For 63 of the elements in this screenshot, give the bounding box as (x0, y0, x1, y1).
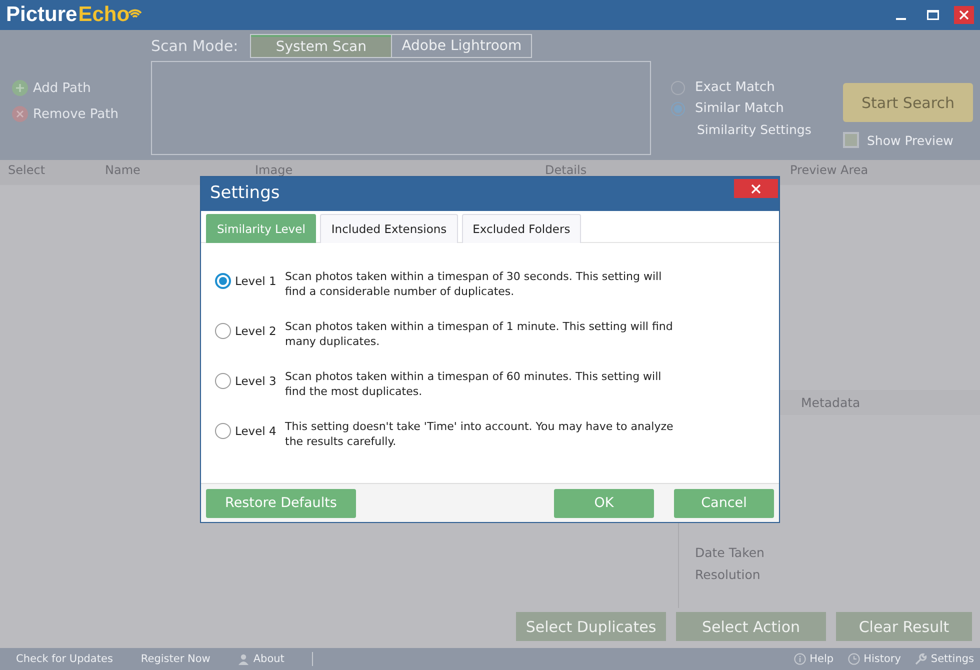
ok-button[interactable]: OK (554, 488, 654, 518)
column-header: Image (255, 163, 293, 177)
scan-mode-tab[interactable]: System Scan (251, 34, 392, 56)
add-path-button[interactable]: Add Path (12, 80, 151, 96)
status-link[interactable]: About (238, 653, 284, 665)
status-link[interactable]: Help (794, 653, 834, 665)
settings-tab[interactable]: Similarity Level (206, 214, 316, 243)
result-action-button[interactable]: Select Duplicates (516, 612, 666, 641)
radio-button[interactable] (215, 273, 231, 289)
close-button[interactable] (954, 6, 974, 24)
radio-button[interactable] (671, 80, 685, 94)
wrench-icon (914, 653, 927, 665)
level-description: Scan photos taken within a timespan of 1 minute. This setting will find many duplicates. (285, 319, 674, 349)
column-header: Name (105, 163, 140, 177)
column-header: Preview Area (790, 163, 868, 177)
dialog-title: Settings (209, 182, 280, 203)
app-logo: PictureEcho (6, 3, 143, 27)
status-link[interactable]: History (848, 653, 901, 665)
scan-mode-label: Scan Mode: (151, 36, 238, 54)
scan-mode-tab[interactable]: Adobe Lightroom (391, 34, 532, 56)
status-link[interactable]: Settings (914, 653, 974, 665)
result-action-button[interactable]: Select Action (676, 612, 826, 641)
settings-tab[interactable]: Included Extensions (320, 214, 458, 243)
remove-path-button[interactable]: Remove Path (12, 106, 151, 122)
info-icon (794, 653, 806, 665)
radio-button[interactable] (671, 102, 685, 116)
clock-icon (848, 653, 860, 665)
start-search-button[interactable]: Start Search (843, 83, 973, 122)
show-preview-option[interactable]: Show Preview (843, 132, 973, 148)
result-action-button[interactable]: Clear Result (836, 612, 972, 641)
radio-button[interactable] (215, 323, 231, 339)
level-description: This setting doesn't take 'Time' into account. You may have to analyze the results carefully. (285, 419, 674, 449)
close-icon (959, 10, 969, 20)
similarity-settings-link[interactable]: Similarity Settings (697, 122, 821, 137)
settings-tab[interactable]: Excluded Folders (462, 214, 582, 243)
metadata-header: Metadata (801, 395, 860, 410)
level-description: Scan photos taken within a timespan of 30 seconds. This setting will find a considerable number of duplicates. (285, 269, 663, 299)
level-description: Scan photos taken within a timespan of 60 minutes. This setting will find the most duplicates. (285, 369, 662, 399)
plus-icon (12, 80, 28, 96)
minimize-icon (896, 18, 906, 20)
radio-button[interactable] (215, 373, 231, 389)
remove-icon (12, 106, 28, 122)
column-header: Select (8, 163, 46, 177)
column-header: Details (545, 163, 587, 177)
match-option[interactable]: Similar Match (671, 101, 821, 116)
level-option[interactable]: Level 3 (215, 373, 285, 389)
metadata-label: Date Taken (695, 545, 766, 560)
path-list[interactable] (151, 61, 651, 155)
status-link[interactable]: Register Now (140, 653, 210, 665)
close-button[interactable] (734, 179, 778, 198)
level-option[interactable]: Level 1 (215, 273, 285, 289)
level-option[interactable]: Level 4 (215, 423, 285, 439)
maximize-icon (927, 10, 939, 20)
level-option[interactable]: Level 2 (215, 323, 285, 339)
metadata-label: Resolution (695, 567, 762, 582)
person-icon (238, 654, 250, 664)
checkbox[interactable] (843, 132, 859, 148)
match-option[interactable]: Exact Match (671, 80, 821, 95)
restore-defaults-button[interactable]: Restore Defaults (206, 488, 356, 518)
cancel-button[interactable]: Cancel (674, 488, 774, 518)
status-link[interactable]: Check for Updates (16, 653, 113, 665)
radio-button[interactable] (215, 423, 231, 439)
close-icon (751, 184, 761, 194)
